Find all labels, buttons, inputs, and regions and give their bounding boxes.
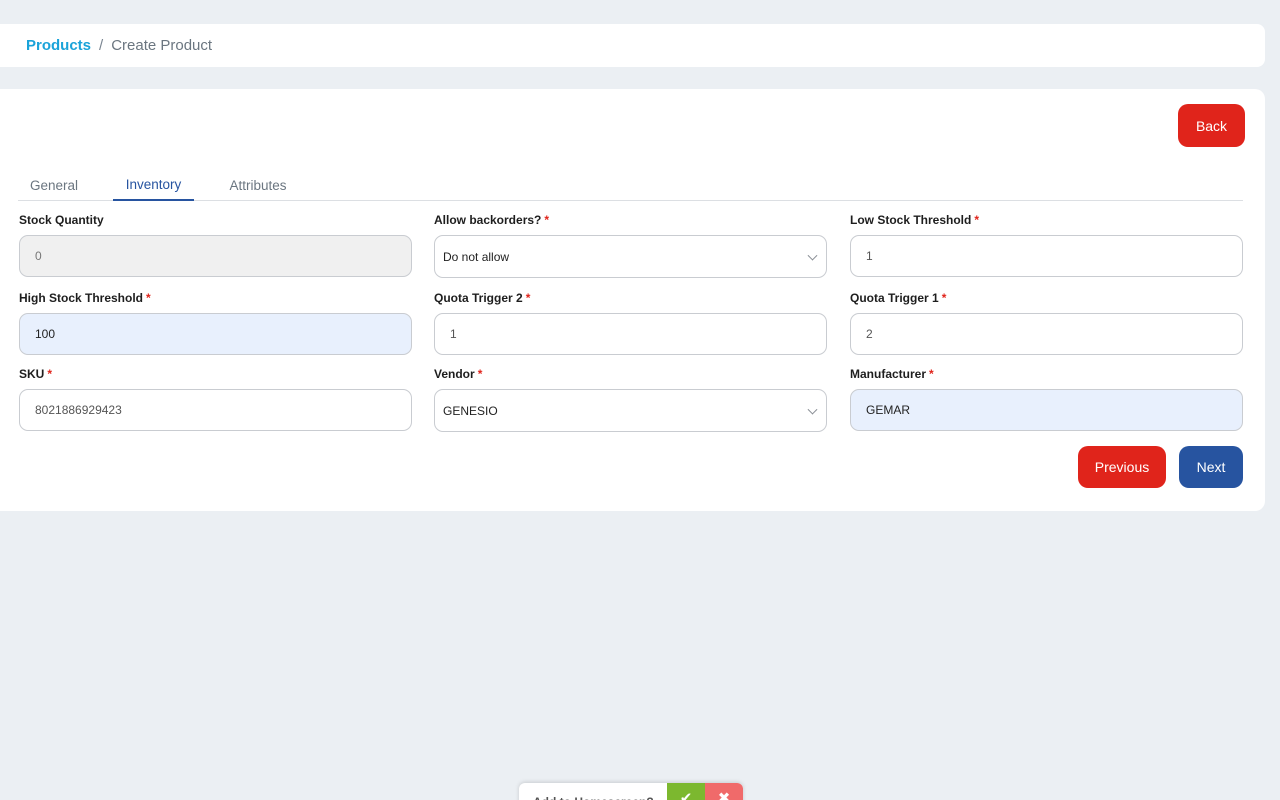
stock-quantity-input: 0 [19,235,412,277]
add-to-homescreen-text: Add to Homescreen? [519,783,667,800]
allow-backorders-select[interactable]: Do not allow [434,235,827,278]
quota-trigger-1-input[interactable]: 2 [850,313,1243,355]
tab-inventory[interactable]: Inventory [113,169,194,201]
required-marker: * [525,291,531,305]
required-marker: * [477,367,483,381]
required-marker: * [974,213,980,227]
breadcrumb-separator: / [99,37,104,54]
high-stock-threshold-input[interactable]: 100 [19,313,412,355]
tab-bar: General Inventory Attributes [18,169,1243,201]
vendor-select[interactable]: GENESIO [434,389,827,432]
required-marker: * [941,291,947,305]
close-icon[interactable]: ✖ [705,783,743,800]
vendor-field: Vendor * GENESIO [434,367,827,432]
chevron-down-icon [807,404,818,415]
low-stock-threshold-label: Low Stock Threshold * [850,213,980,227]
next-button[interactable]: Next [1179,446,1243,488]
vendor-value: GENESIO [443,403,498,418]
required-marker: * [929,367,934,381]
manufacturer-label: Manufacturer * [850,367,934,381]
quota-trigger-2-field: Quota Trigger 2 * 1 [434,291,827,355]
add-to-homescreen-prompt: Add to Homescreen? ✔ ✖ [519,783,743,800]
low-stock-threshold-field: Low Stock Threshold * 1 [850,213,1243,277]
sku-field: SKU * 8021886929423 [19,367,412,431]
low-stock-threshold-input[interactable]: 1 [850,235,1243,277]
quota-trigger-2-label: Quota Trigger 2 * [434,291,531,305]
high-stock-threshold-field: High Stock Threshold * 100 [19,291,412,355]
high-stock-threshold-label: High Stock Threshold * [19,291,151,305]
previous-button[interactable]: Previous [1078,446,1166,488]
quota-trigger-1-label: Quota Trigger 1 * [850,291,947,305]
manufacturer-input[interactable]: GEMAR [850,389,1243,431]
breadcrumb: Products / Create Product [0,24,1265,67]
allow-backorders-value: Do not allow [443,249,510,264]
manufacturer-field: Manufacturer * GEMAR [850,367,1243,431]
allow-backorders-field: Allow backorders? * Do not allow [434,213,827,278]
breadcrumb-current: Create Product [111,37,213,54]
stock-quantity-label: Stock Quantity [19,213,104,227]
tab-attributes[interactable]: Attributes [221,169,295,201]
quota-trigger-2-input[interactable]: 1 [434,313,827,355]
breadcrumb-products-link[interactable]: Products [26,37,91,54]
required-marker: * [146,291,151,305]
allow-backorders-label: Allow backorders? * [434,213,550,227]
chevron-down-icon [807,250,818,261]
product-form-card: Back General Inventory Attributes Stock … [0,89,1265,511]
tab-general[interactable]: General [18,169,90,201]
stock-quantity-field: Stock Quantity 0 [19,213,412,277]
sku-input[interactable]: 8021886929423 [19,389,412,431]
back-button[interactable]: Back [1178,104,1245,147]
check-icon[interactable]: ✔ [667,783,705,800]
vendor-label: Vendor * [434,367,483,381]
required-marker: * [47,367,53,381]
required-marker: * [544,213,550,227]
sku-label: SKU * [19,367,53,381]
quota-trigger-1-field: Quota Trigger 1 * 2 [850,291,1243,355]
